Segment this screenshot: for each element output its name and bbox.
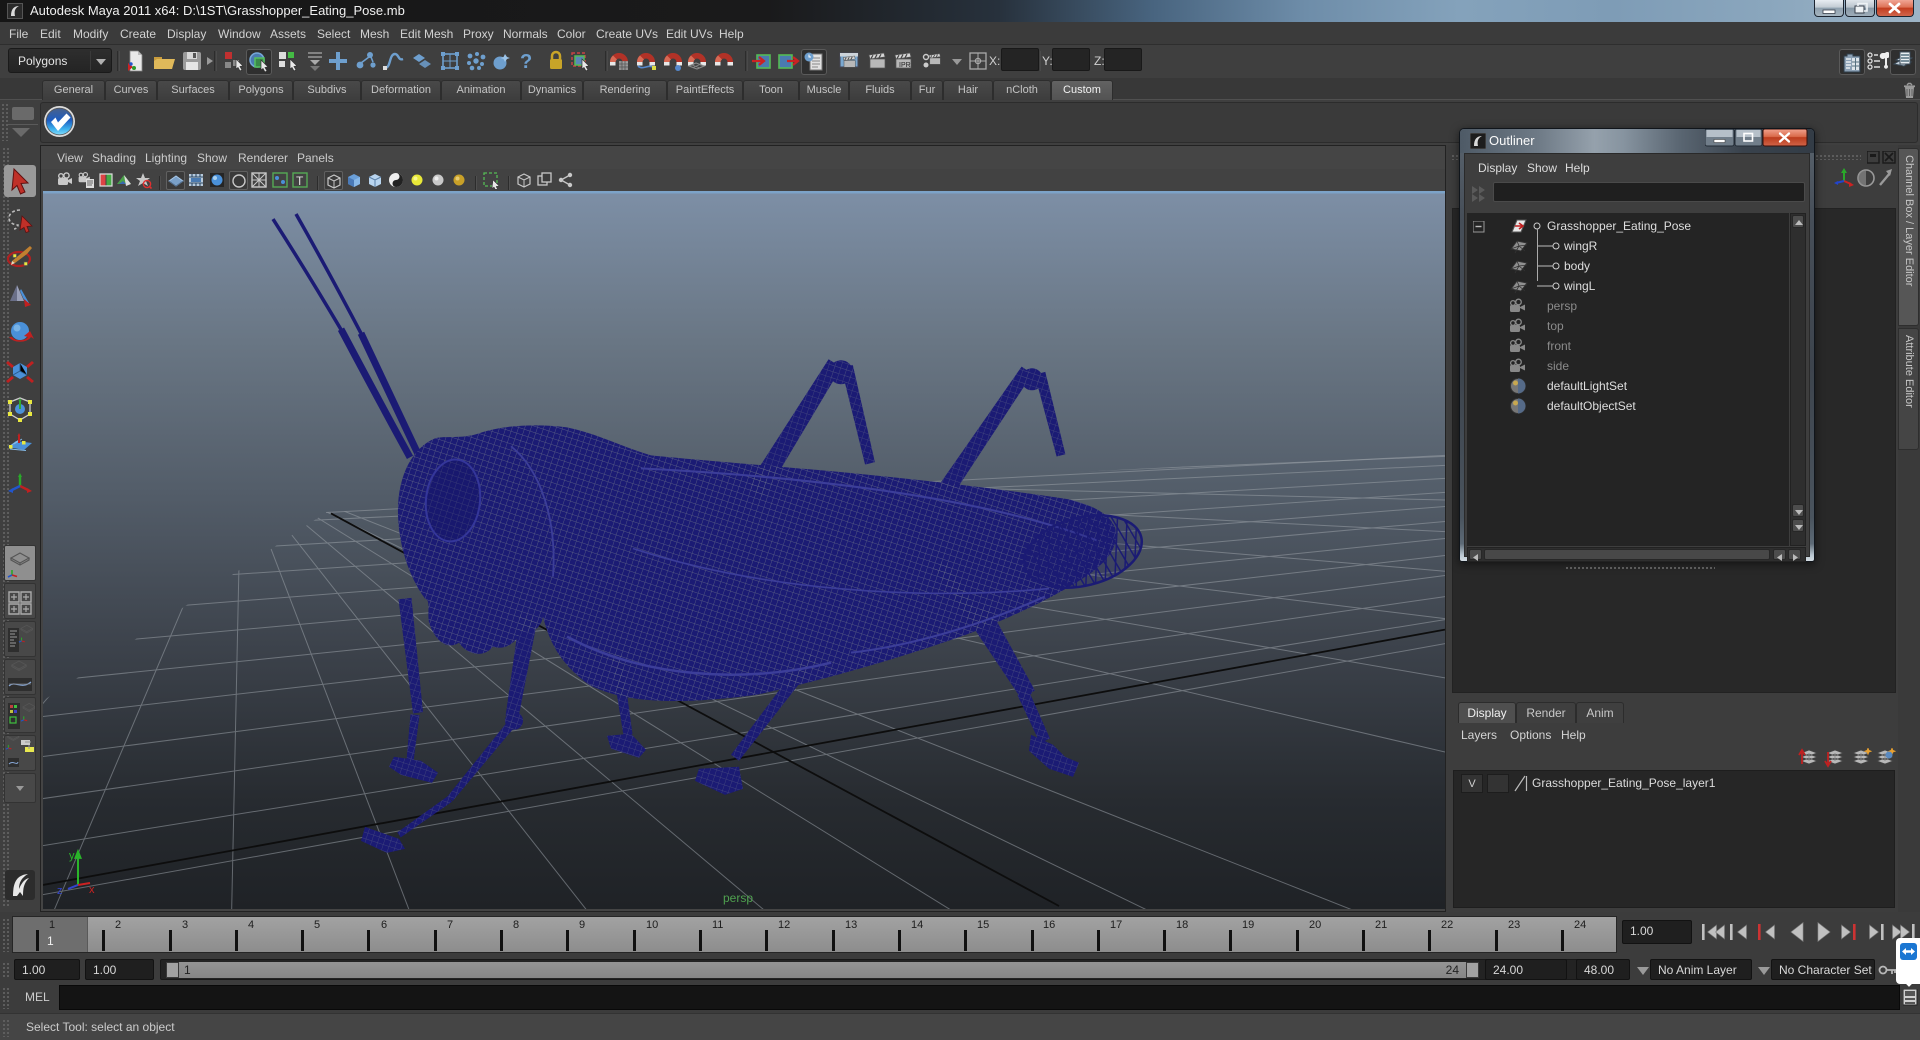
svg-text:x: x — [89, 884, 95, 896]
svg-text:z: z — [57, 885, 62, 897]
svg-text:persp: persp — [723, 891, 753, 905]
svg-text:y: y — [69, 850, 75, 862]
svg-text:IPR: IPR — [899, 62, 911, 69]
svg-text:?: ? — [520, 51, 532, 73]
svg-text:T: T — [296, 174, 304, 188]
